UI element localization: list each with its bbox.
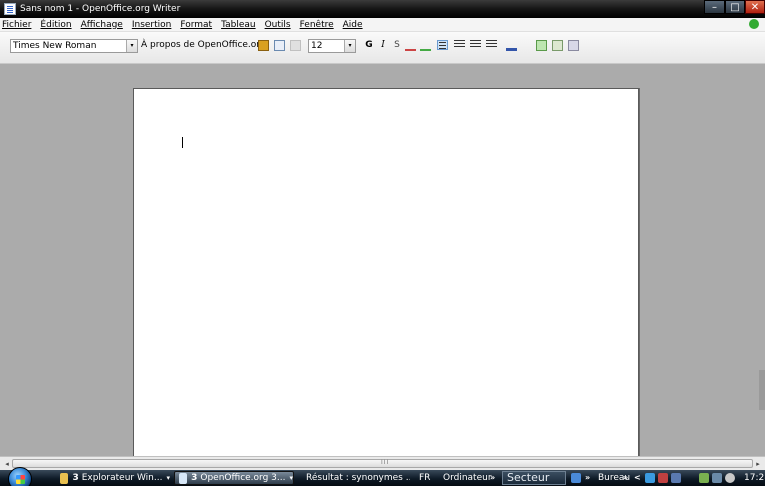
volume-icon[interactable] (725, 473, 735, 483)
computer-toolbar[interactable]: Ordinateur (443, 473, 492, 483)
scroll-grip-icon: III (381, 459, 390, 466)
character-spacing-icon[interactable] (405, 40, 416, 51)
document-page[interactable] (133, 88, 639, 468)
font-color-icon[interactable] (506, 40, 517, 51)
styles-icon[interactable] (258, 40, 269, 51)
highlight-text-icon[interactable] (420, 40, 431, 51)
font-size-value: 12 (311, 41, 323, 51)
start-button[interactable] (8, 467, 32, 486)
menu-outils[interactable]: Outils (265, 20, 291, 30)
menu-format[interactable]: Format (180, 20, 212, 30)
folder-icon (60, 472, 69, 484)
skype-icon[interactable] (645, 473, 655, 483)
menu-fichier[interactable]: Fichier (2, 20, 31, 30)
bold-button[interactable]: G (363, 39, 375, 51)
font-name-select[interactable]: Times New Roman ▾ (10, 39, 138, 53)
paragraph-format-icon[interactable] (568, 40, 579, 51)
window-title: Sans nom 1 - OpenOffice.org Writer (20, 4, 181, 14)
scroll-right-arrow-icon[interactable]: ▸ (753, 459, 763, 469)
italic-button[interactable]: I (377, 39, 389, 51)
align-right-button[interactable] (470, 40, 481, 50)
tray-expand-icon[interactable]: < (634, 473, 641, 482)
font-name-value: Times New Roman (13, 41, 97, 51)
menu-edition[interactable]: Édition (40, 20, 71, 30)
language-indicator[interactable]: FR (419, 473, 430, 483)
network-icon[interactable] (699, 473, 709, 483)
about-openoffice-link[interactable]: À propos de OpenOffice.org (141, 40, 266, 50)
highlighting-icon[interactable] (552, 40, 563, 51)
app-tray-icon[interactable] (671, 473, 681, 483)
desktop-chevron-icon[interactable]: » (623, 473, 628, 482)
sector-icon[interactable] (571, 473, 581, 483)
task-label: Résultat : synonymes ... (306, 473, 410, 483)
window-title-bar[interactable]: Sans nom 1 - OpenOffice.org Writer (0, 0, 765, 18)
menu-aide[interactable]: Aide (343, 20, 363, 30)
close-document-icon[interactable] (749, 19, 759, 29)
sector-toolbar[interactable]: Secteur (502, 471, 566, 485)
computer-toolbar-chevron-icon[interactable]: » (490, 473, 495, 482)
menu-bar: Fichier Édition Affichage Insertion Form… (0, 18, 765, 32)
text-cursor (182, 137, 183, 148)
menu-affichage[interactable]: Affichage (81, 20, 123, 30)
task-label: OpenOffice.org 3... (200, 473, 286, 483)
taskbar-explorer-group[interactable]: 3 Explorateur Win... ▾ (56, 471, 170, 485)
display-icon[interactable] (712, 473, 722, 483)
justify-button[interactable] (486, 40, 497, 50)
minimize-button[interactable]: – (704, 0, 725, 14)
font-size-dropdown-icon[interactable]: ▾ (344, 40, 355, 52)
menu-insertion[interactable]: Insertion (132, 20, 172, 30)
task-count: 3 (72, 473, 79, 483)
task-count: 3 (191, 473, 198, 483)
background-color-icon[interactable] (536, 40, 547, 51)
windows-taskbar: 3 Explorateur Win... ▾ 3 OpenOffice.org … (0, 467, 765, 486)
close-button[interactable]: ✕ (745, 0, 765, 14)
navigator-icon[interactable] (274, 40, 285, 51)
menu-tableau[interactable]: Tableau (221, 20, 256, 30)
maximize-button[interactable]: □ (725, 0, 745, 14)
task-label: Explorateur Win... (81, 473, 163, 483)
sector-chevron-icon[interactable]: » (585, 473, 590, 482)
clock[interactable]: 17:28 (744, 473, 765, 483)
horizontal-scrollbar[interactable]: ◂ III ▸ (0, 456, 765, 470)
menu-fenetre[interactable]: Fenêtre (300, 20, 334, 30)
shadow-button[interactable]: S (391, 39, 403, 51)
security-icon[interactable] (658, 473, 668, 483)
task-dropdown-icon: ▾ (166, 474, 170, 482)
scroll-left-arrow-icon[interactable]: ◂ (2, 459, 12, 469)
document-workspace (0, 64, 765, 468)
align-left-button[interactable] (437, 40, 448, 50)
vertical-scroll-thumb[interactable] (759, 370, 765, 410)
taskbar-browser-task[interactable]: Résultat : synonymes ... (298, 471, 410, 485)
font-name-dropdown-icon[interactable]: ▾ (126, 40, 137, 52)
font-size-select[interactable]: 12 ▾ (308, 39, 356, 53)
writer-document-icon (4, 3, 16, 15)
gallery-icon[interactable] (290, 40, 301, 51)
taskbar-openoffice-group[interactable]: 3 OpenOffice.org 3... ▾ (174, 471, 294, 485)
align-center-button[interactable] (454, 40, 465, 50)
openoffice-icon (179, 472, 188, 484)
formatting-toolbar: Times New Roman ▾ À propos de OpenOffice… (0, 32, 765, 64)
task-dropdown-icon: ▾ (289, 474, 293, 482)
